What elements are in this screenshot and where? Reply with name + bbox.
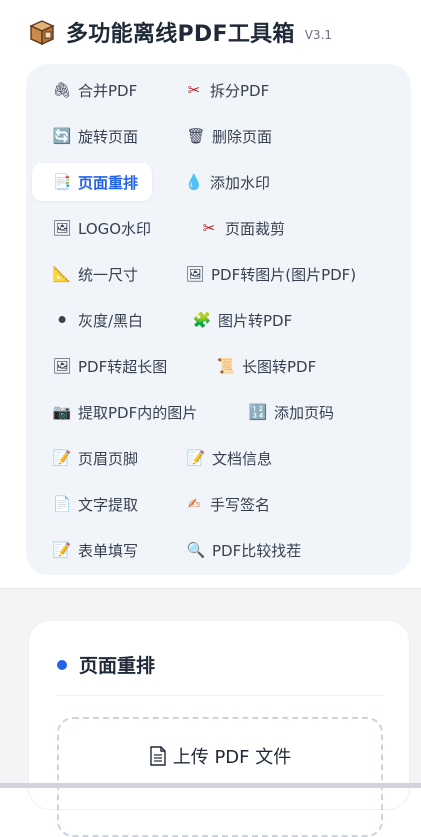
tool-add-watermark[interactable]: 💧 添加水印 bbox=[176, 163, 278, 201]
tool-split-pdf[interactable]: ✂ 拆分PDF bbox=[176, 71, 277, 109]
panel-header: 页面重排 bbox=[57, 651, 155, 678]
black-circle-icon: ⚫ bbox=[55, 310, 69, 329]
tool-pdf-to-long-image[interactable]: 🖼 PDF转超长图 bbox=[44, 347, 175, 385]
text-page-icon: 📄 bbox=[52, 494, 72, 513]
tool-handwritten-signature[interactable]: ✍ 手写签名 bbox=[176, 485, 278, 523]
tool-label: 页眉页脚 bbox=[78, 449, 139, 468]
tool-logo-watermark[interactable]: 🖼 LOGO水印 bbox=[44, 209, 159, 247]
tool-image-to-pdf[interactable]: 🧩 图片转PDF bbox=[184, 301, 300, 339]
scissors-icon: ✂ bbox=[187, 80, 201, 99]
ruler-icon: 📐 bbox=[52, 264, 72, 283]
tool-label: 手写签名 bbox=[210, 495, 271, 514]
upload-dropzone[interactable]: 上传 PDF 文件 bbox=[57, 717, 383, 837]
app-title: 多功能离线PDF工具箱 bbox=[66, 22, 295, 47]
tool-label: 添加页码 bbox=[274, 403, 335, 422]
tool-merge-pdf[interactable]: 🖇 合并PDF bbox=[44, 71, 145, 109]
trash-icon: 🗑 bbox=[186, 126, 206, 145]
tool-label: 删除页面 bbox=[212, 127, 273, 146]
magnifier-icon: 🔍 bbox=[186, 540, 206, 559]
upload-button[interactable]: 上传 PDF 文件 bbox=[59, 743, 381, 769]
tool-label: 长图转PDF bbox=[242, 357, 317, 376]
tool-label: 文档信息 bbox=[212, 449, 273, 468]
app-header: 多功能离线PDF工具箱 V3.1 bbox=[28, 16, 332, 48]
tool-reorder-pages[interactable]: 📑 页面重排 bbox=[32, 163, 153, 201]
bottom-edge bbox=[0, 783, 421, 788]
picture-icon: 🖼 bbox=[52, 356, 72, 375]
tool-label: 合并PDF bbox=[78, 81, 138, 100]
tool-label: 灰度/黑白 bbox=[78, 311, 144, 330]
memo-icon: 📝 bbox=[52, 448, 72, 467]
scroll-icon: 📜 bbox=[216, 356, 236, 375]
droplet-icon: 💧 bbox=[184, 172, 204, 191]
app-version: V3.1 bbox=[304, 28, 333, 42]
pen-icon: ✍ bbox=[187, 494, 201, 513]
tool-label: 拆分PDF bbox=[210, 81, 270, 100]
divider bbox=[57, 695, 383, 696]
box-icon bbox=[29, 20, 55, 46]
tool-label: 图片转PDF bbox=[218, 311, 293, 330]
tool-label: 添加水印 bbox=[210, 173, 271, 192]
tool-grayscale[interactable]: ⚫ 灰度/黑白 bbox=[44, 301, 151, 339]
tool-form-fill[interactable]: 📝 表单填写 bbox=[44, 531, 146, 569]
document-icon bbox=[150, 746, 166, 766]
tool-label: PDF转超长图 bbox=[78, 357, 168, 376]
tool-label: 统一尺寸 bbox=[78, 265, 139, 284]
tool-label: PDF比较找茬 bbox=[212, 541, 302, 560]
tool-long-image-to-pdf[interactable]: 📜 长图转PDF bbox=[208, 347, 324, 385]
camera-icon: 📷 bbox=[52, 402, 72, 421]
tool-document-info[interactable]: 📝 文档信息 bbox=[178, 439, 280, 477]
tool-label: 旋转页面 bbox=[78, 127, 139, 146]
picture-icon: 🖼 bbox=[52, 218, 72, 237]
memo-icon: 📝 bbox=[52, 540, 72, 559]
tool-delete-pages[interactable]: 🗑 删除页面 bbox=[178, 117, 280, 155]
tool-label: PDF转图片(图片PDF) bbox=[211, 265, 357, 284]
paperclip-icon: 🖇 bbox=[52, 80, 72, 99]
tool-label: 文字提取 bbox=[78, 495, 139, 514]
rotate-icon: 🔄 bbox=[52, 126, 72, 145]
tool-label: 页面重排 bbox=[78, 173, 139, 192]
reorder-page-icon: 📑 bbox=[52, 172, 72, 191]
page-number-icon: 🔢 bbox=[248, 402, 268, 421]
tool-header-footer[interactable]: 📝 页眉页脚 bbox=[44, 439, 146, 477]
tool-label: LOGO水印 bbox=[78, 219, 152, 238]
tool-add-page-numbers[interactable]: 🔢 添加页码 bbox=[240, 393, 342, 431]
tool-crop-pages[interactable]: ✂ 页面裁剪 bbox=[191, 209, 293, 247]
tool-label: 表单填写 bbox=[78, 541, 139, 560]
tool-label: 页面裁剪 bbox=[225, 219, 286, 238]
panel-title: 页面重排 bbox=[79, 655, 156, 677]
tool-pdf-to-image[interactable]: 🖼 PDF转图片(图片PDF) bbox=[177, 255, 364, 293]
tool-panel-card: 页面重排 上传 PDF 文件 bbox=[28, 620, 410, 837]
puzzle-icon: 🧩 bbox=[192, 310, 212, 329]
picture-icon: 🖼 bbox=[185, 264, 205, 283]
memo-icon: 📝 bbox=[186, 448, 206, 467]
tool-label: 提取PDF内的图片 bbox=[78, 403, 198, 422]
tool-extract-images[interactable]: 📷 提取PDF内的图片 bbox=[44, 393, 205, 431]
tool-rotate-pages[interactable]: 🔄 旋转页面 bbox=[44, 117, 146, 155]
tool-unify-size[interactable]: 📐 统一尺寸 bbox=[44, 255, 146, 293]
tools-menu: 🖇 合并PDF ✂ 拆分PDF 🔄 旋转页面 🗑 删除页面 📑 页面重排 💧 添… bbox=[26, 64, 411, 575]
status-dot-icon bbox=[57, 659, 67, 670]
scissors-icon: ✂ bbox=[202, 218, 216, 237]
tool-pdf-compare[interactable]: 🔍 PDF比较找茬 bbox=[178, 531, 309, 569]
tool-text-extract[interactable]: 📄 文字提取 bbox=[44, 485, 146, 523]
upload-label: 上传 PDF 文件 bbox=[172, 747, 292, 768]
